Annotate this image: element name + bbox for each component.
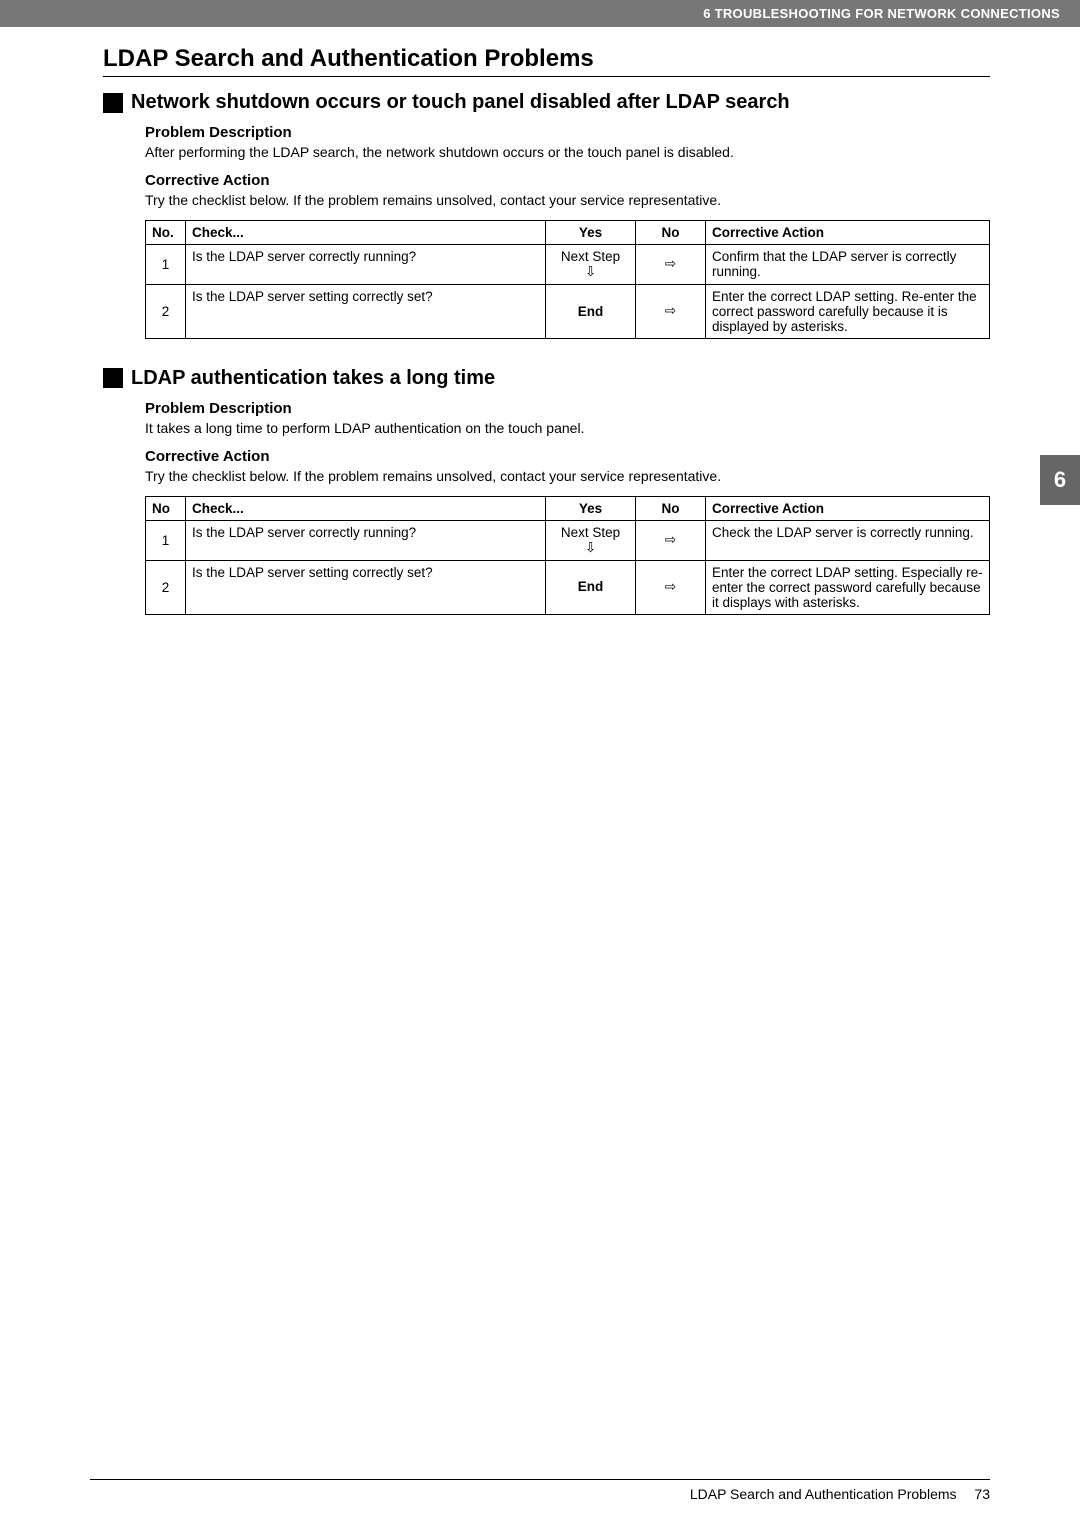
cell-action: Check the LDAP server is correctly runni… [706, 520, 990, 560]
col-yes-header: Yes [546, 220, 636, 244]
cell-yes-text: Next Step [561, 525, 620, 541]
section1-ca-text: Try the checklist below. If the problem … [145, 191, 990, 210]
cell-nocol: ⇨ [636, 520, 706, 560]
cell-yes: End [546, 560, 636, 614]
cell-no: 2 [146, 284, 186, 338]
section1-table: No. Check... Yes No Corrective Action 1 … [145, 220, 990, 339]
cell-check: Is the LDAP server correctly running? [186, 520, 546, 560]
section1-body: Problem Description After performing the… [145, 124, 990, 339]
section1-pd-text: After performing the LDAP search, the ne… [145, 143, 990, 162]
cell-check: Is the LDAP server correctly running? [186, 244, 546, 284]
section1-heading-row: Network shutdown occurs or touch panel d… [103, 91, 990, 114]
cell-nocol: ⇨ [636, 284, 706, 338]
cell-yes-text: End [578, 304, 604, 320]
section2-heading: LDAP authentication takes a long time [131, 367, 495, 390]
col-no-header: No [146, 496, 186, 520]
cell-check: Is the LDAP server setting correctly set… [186, 284, 546, 338]
table-header-row: No. Check... Yes No Corrective Action [146, 220, 990, 244]
cell-no: 2 [146, 560, 186, 614]
table-row: 2 Is the LDAP server setting correctly s… [146, 284, 990, 338]
cell-nocol: ⇨ [636, 244, 706, 284]
cell-no: 1 [146, 244, 186, 284]
cell-action: Enter the correct LDAP setting. Especial… [706, 560, 990, 614]
footer-page-number: 73 [974, 1486, 990, 1502]
square-bullet-icon [103, 368, 123, 388]
chapter-header: 6 TROUBLESHOOTING FOR NETWORK CONNECTION… [0, 0, 1080, 27]
cell-yes-text: Next Step [561, 249, 620, 265]
section2-pd-label: Problem Description [145, 400, 990, 417]
table-header-row: No Check... Yes No Corrective Action [146, 496, 990, 520]
square-bullet-icon [103, 93, 123, 113]
table-row: 1 Is the LDAP server correctly running? … [146, 520, 990, 560]
col-no-header2: No [636, 496, 706, 520]
down-arrow-icon: ⇩ [585, 264, 596, 280]
title-rule [103, 76, 990, 77]
footer-text: LDAP Search and Authentication Problems [690, 1486, 957, 1502]
page-title: LDAP Search and Authentication Problems [103, 45, 990, 73]
page-footer: LDAP Search and Authentication Problems … [90, 1479, 990, 1502]
cell-check: Is the LDAP server setting correctly set… [186, 560, 546, 614]
col-no-header: No. [146, 220, 186, 244]
table-row: 2 Is the LDAP server setting correctly s… [146, 560, 990, 614]
section2-table: No Check... Yes No Corrective Action 1 I… [145, 496, 990, 615]
col-action-header: Corrective Action [706, 220, 990, 244]
page-content: LDAP Search and Authentication Problems … [0, 27, 1080, 615]
col-check-header: Check... [186, 496, 546, 520]
cell-action: Enter the correct LDAP setting. Re-enter… [706, 284, 990, 338]
cell-yes: Next Step ⇩ [546, 244, 636, 284]
col-action-header: Corrective Action [706, 496, 990, 520]
col-check-header: Check... [186, 220, 546, 244]
down-arrow-icon: ⇩ [585, 540, 596, 556]
col-no-header2: No [636, 220, 706, 244]
col-yes-header: Yes [546, 496, 636, 520]
cell-action: Confirm that the LDAP server is correctl… [706, 244, 990, 284]
section2-heading-row: LDAP authentication takes a long time [103, 367, 990, 390]
cell-no: 1 [146, 520, 186, 560]
chapter-side-tab: 6 [1040, 455, 1080, 505]
table-row: 1 Is the LDAP server correctly running? … [146, 244, 990, 284]
section2-pd-text: It takes a long time to perform LDAP aut… [145, 419, 990, 438]
cell-yes: Next Step ⇩ [546, 520, 636, 560]
section1-heading: Network shutdown occurs or touch panel d… [131, 91, 790, 114]
cell-yes: End [546, 284, 636, 338]
cell-nocol: ⇨ [636, 560, 706, 614]
section1-pd-label: Problem Description [145, 124, 990, 141]
section2-ca-text: Try the checklist below. If the problem … [145, 467, 990, 486]
section2-ca-label: Corrective Action [145, 448, 990, 465]
cell-yes-text: End [578, 579, 604, 595]
section2-body: Problem Description It takes a long time… [145, 400, 990, 615]
section1-ca-label: Corrective Action [145, 172, 990, 189]
